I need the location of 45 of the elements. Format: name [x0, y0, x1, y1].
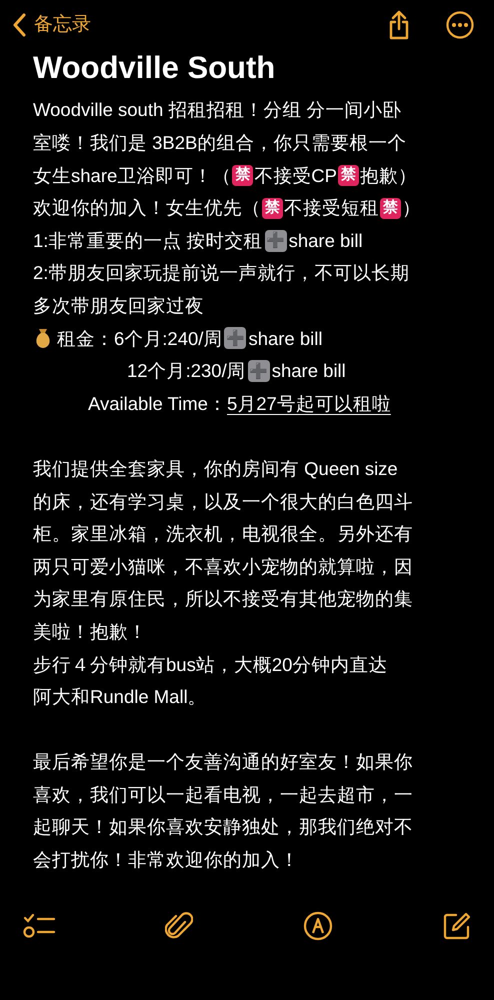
note-text: 不接受短租	[284, 196, 379, 220]
note-text: 1:非常重要的一点 按时交租	[33, 228, 263, 253]
prohibited-badge: 禁	[232, 164, 254, 186]
note-text: 喜欢，我们可以一起看电视，一起去超市，一	[33, 782, 413, 807]
note-text: 我们提供全套家具，你的房间有 Queen size	[33, 456, 398, 481]
note-text: Available Time：	[88, 392, 227, 416]
note-text: 欢迎你的加入！女生优先（	[33, 196, 261, 220]
note-text: 室喽！我们是 3B2B的组合，你只需要根一个	[33, 131, 406, 156]
note-text: 2:带朋友回家玩提前说一声就行，不可以长期	[33, 261, 410, 286]
note-text: 抱歉）	[360, 164, 417, 188]
note-text: share bill	[248, 326, 322, 351]
prohibited-badge: 禁	[338, 164, 359, 186]
note-text: 最后希望你是一个友善沟通的好室友！如果你	[33, 750, 413, 774]
pen-tip-icon[interactable]	[302, 911, 333, 941]
prohibited-badge: 禁	[380, 198, 401, 219]
note-text: 12个月:230/周	[127, 359, 246, 384]
note-text: 起聊天！如果你喜欢安静独处，那我们绝对不	[33, 815, 413, 840]
note-text: 租金：6个月:240/周	[57, 326, 222, 351]
checklist-icon[interactable]	[22, 912, 56, 940]
note-title: Woodville South	[33, 50, 276, 86]
compose-icon[interactable]	[442, 911, 472, 941]
note-text: share bill	[288, 228, 363, 253]
note-text: 为家里有原住民，所以不接受有其他宠物的集	[33, 587, 413, 612]
note-text: 不接受CP	[254, 164, 337, 188]
plus-emoji: ➕	[224, 327, 246, 350]
note-text: share bill	[272, 359, 346, 384]
note-text: 两只可爱小猫咪，不喜欢小宠物的就算啦，因	[33, 554, 413, 579]
note-text: 会打扰你！非常欢迎你的加入！	[33, 848, 299, 872]
plus-emoji: ➕	[264, 230, 287, 252]
prohibited-badge: 禁	[262, 198, 283, 219]
note-text: 的床，还有学习桌，以及一个很大的白色四斗	[33, 490, 413, 514]
note-text: 美啦！抱歉！	[33, 620, 147, 644]
underlined-text: 5月27号起可以租啦	[226, 392, 391, 416]
plus-emoji: ➕	[248, 360, 270, 382]
more-icon[interactable]	[446, 11, 474, 39]
note-text: Woodville south 招租招租！分组 分一间小卧	[33, 98, 402, 122]
note-text: 阿大和Rundle Mall。	[33, 685, 207, 710]
share-icon[interactable]	[388, 10, 410, 40]
note-text: ）	[402, 196, 421, 220]
back-button[interactable]: 备忘录	[12, 10, 91, 40]
note-text: 多次带朋友回家过夜	[33, 294, 204, 318]
note-text: 柜。家里冰箱，洗衣机，电视很全。另外还有	[33, 522, 413, 546]
note-text: 女生share卫浴即可！（	[33, 164, 232, 188]
chevron-left-icon	[12, 13, 26, 37]
note-text: 步行４分钟就有bus站，大概20分钟内直达	[33, 652, 388, 677]
